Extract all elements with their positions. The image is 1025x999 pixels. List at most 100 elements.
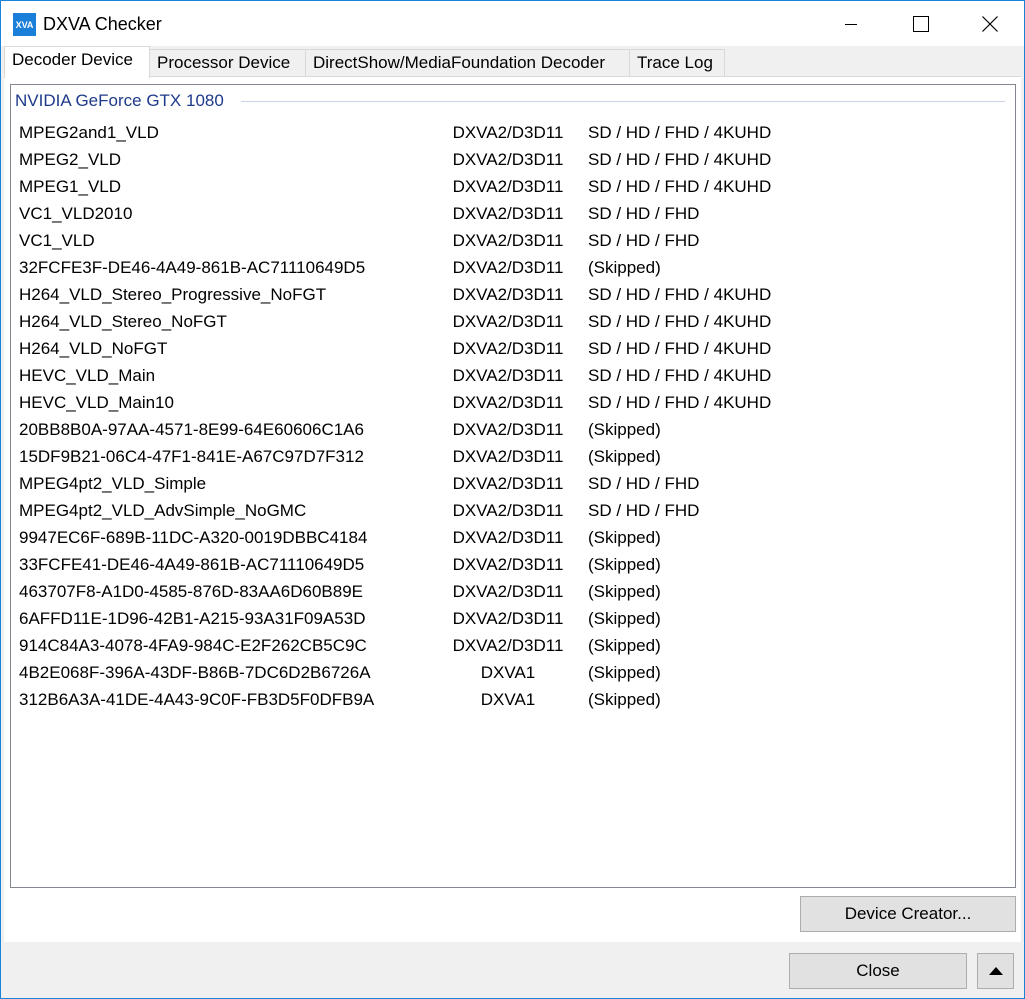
decoder-api: DXVA2/D3D11	[452, 204, 564, 223]
list-item[interactable]: 33FCFE41-DE46-4A49-861B-AC71110649D5 DXV…	[11, 551, 1015, 578]
decoder-resolutions: SD / HD / FHD / 4KUHD	[588, 177, 772, 196]
tab-directshow-mediafoundation-decoder[interactable]: DirectShow/MediaFoundation Decoder	[305, 49, 630, 77]
list-item[interactable]: HEVC_VLD_Main10 DXVA2/D3D11 SD / HD / FH…	[11, 389, 1015, 416]
list-item[interactable]: 32FCFE3F-DE46-4A49-861B-AC71110649D5 DXV…	[11, 254, 1015, 281]
decoder-name: VC1_VLD	[19, 231, 95, 250]
decoder-api: DXVA2/D3D11	[452, 339, 564, 358]
decoder-api: DXVA2/D3D11	[452, 420, 564, 439]
decoder-resolutions: (Skipped)	[588, 690, 661, 709]
decoder-name: 20BB8B0A-97AA-4571-8E99-64E60606C1A6	[19, 420, 364, 439]
decoder-name: HEVC_VLD_Main	[19, 366, 156, 385]
list-item[interactable]: MPEG2and1_VLD DXVA2/D3D11 SD / HD / FHD …	[11, 119, 1015, 146]
decoder-api: DXVA2/D3D11	[452, 474, 564, 493]
list-item[interactable]: VC1_VLD DXVA2/D3D11 SD / HD / FHD	[11, 227, 1015, 254]
decoder-resolutions: SD / HD / FHD / 4KUHD	[588, 366, 772, 385]
decoder-name: HEVC_VLD_Main10	[19, 393, 174, 412]
list-item[interactable]: MPEG2_VLD DXVA2/D3D11 SD / HD / FHD / 4K…	[11, 146, 1015, 173]
decoder-name: VC1_VLD2010	[19, 204, 133, 223]
decoder-api: DXVA2/D3D11	[452, 258, 564, 277]
list-item[interactable]: 4B2E068F-396A-43DF-B86B-7DC6D2B6726A DXV…	[11, 659, 1015, 686]
list-item[interactable]: H264_VLD_NoFGT DXVA2/D3D11 SD / HD / FHD…	[11, 335, 1015, 362]
decoder-api: DXVA2/D3D11	[452, 555, 564, 574]
decoder-api: DXVA2/D3D11	[452, 231, 564, 250]
decoder-api: DXVA2/D3D11	[452, 528, 564, 547]
decoder-resolutions: SD / HD / FHD	[588, 204, 700, 223]
decoder-name: 463707F8-A1D0-4585-876D-83AA6D60B89E	[19, 582, 364, 601]
list-item[interactable]: 9947EC6F-689B-11DC-A320-0019DBBC4184 DXV…	[11, 524, 1015, 551]
list-item[interactable]: HEVC_VLD_Main DXVA2/D3D11 SD / HD / FHD …	[11, 362, 1015, 389]
maximize-button[interactable]	[886, 1, 956, 46]
list-item[interactable]: MPEG4pt2_VLD_Simple DXVA2/D3D11 SD / HD …	[11, 470, 1015, 497]
decoder-api: DXVA1	[480, 663, 536, 682]
list-item[interactable]: 6AFFD11E-1D96-42B1-A215-93A31F09A53D DXV…	[11, 605, 1015, 632]
decoder-resolutions: SD / HD / FHD	[588, 474, 700, 493]
decoder-name: H264_VLD_Stereo_NoFGT	[19, 312, 227, 331]
app-icon: XVA	[13, 13, 36, 36]
expand-button[interactable]	[977, 953, 1014, 989]
decoder-resolutions: SD / HD / FHD / 4KUHD	[588, 285, 772, 304]
decoder-resolutions: SD / HD / FHD	[588, 231, 700, 250]
decoder-api: DXVA2/D3D11	[452, 501, 564, 520]
decoder-name: MPEG2_VLD	[19, 150, 122, 169]
decoder-rows: MPEG2and1_VLD DXVA2/D3D11 SD / HD / FHD …	[11, 119, 1015, 713]
list-item[interactable]: 463707F8-A1D0-4585-876D-83AA6D60B89E DXV…	[11, 578, 1015, 605]
decoder-name: H264_VLD_NoFGT	[19, 339, 168, 358]
window-title: DXVA Checker	[43, 14, 162, 34]
list-item[interactable]: MPEG1_VLD DXVA2/D3D11 SD / HD / FHD / 4K…	[11, 173, 1015, 200]
main-window: XVA DXVA Checker Decoder Device Processo…	[0, 0, 1025, 999]
decoder-resolutions: SD / HD / FHD / 4KUHD	[588, 123, 772, 142]
decoder-name: 312B6A3A-41DE-4A43-9C0F-FB3D5F0DFB9A	[19, 690, 375, 709]
decoder-resolutions: (Skipped)	[588, 420, 661, 439]
maximize-icon	[913, 15, 929, 32]
decoder-name: MPEG1_VLD	[19, 177, 122, 196]
decoder-resolutions: SD / HD / FHD / 4KUHD	[588, 339, 772, 358]
tab-strip: Decoder Device Processor Device DirectSh…	[1, 46, 1024, 78]
tab-processor-device[interactable]: Processor Device	[149, 49, 306, 77]
decoder-resolutions: (Skipped)	[588, 663, 661, 682]
decoder-name: H264_VLD_Stereo_Progressive_NoFGT	[19, 285, 327, 304]
decoder-name: 33FCFE41-DE46-4A49-861B-AC71110649D5	[19, 555, 365, 574]
decoder-name: 6AFFD11E-1D96-42B1-A215-93A31F09A53D	[19, 609, 366, 628]
decoder-resolutions: (Skipped)	[588, 636, 661, 655]
decoder-resolutions: (Skipped)	[588, 609, 661, 628]
decoder-name: MPEG2and1_VLD	[19, 123, 159, 142]
close-icon	[982, 15, 998, 32]
list-item[interactable]: 20BB8B0A-97AA-4571-8E99-64E60606C1A6 DXV…	[11, 416, 1015, 443]
decoder-name: 9947EC6F-689B-11DC-A320-0019DBBC4184	[19, 528, 368, 547]
group-divider	[241, 101, 1005, 102]
decoder-api: DXVA2/D3D11	[452, 582, 564, 601]
list-item[interactable]: H264_VLD_Stereo_Progressive_NoFGT DXVA2/…	[11, 281, 1015, 308]
group-header: NVIDIA GeForce GTX 1080	[15, 91, 230, 111]
decoder-name: 15DF9B21-06C4-47F1-841E-A67C97D7F312	[19, 447, 364, 466]
tab-decoder-device[interactable]: Decoder Device	[4, 46, 150, 78]
decoder-name: 32FCFE3F-DE46-4A49-861B-AC71110649D5	[19, 258, 366, 277]
decoder-api: DXVA2/D3D11	[452, 447, 564, 466]
close-window-button[interactable]	[955, 1, 1025, 46]
decoder-resolutions: SD / HD / FHD	[588, 501, 700, 520]
list-item[interactable]: 312B6A3A-41DE-4A43-9C0F-FB3D5F0DFB9A DXV…	[11, 686, 1015, 713]
decoder-api: DXVA2/D3D11	[452, 123, 564, 142]
decoder-api: DXVA2/D3D11	[452, 609, 564, 628]
title-bar[interactable]: XVA DXVA Checker	[1, 1, 1024, 46]
tab-trace-log[interactable]: Trace Log	[629, 49, 725, 77]
list-item[interactable]: H264_VLD_Stereo_NoFGT DXVA2/D3D11 SD / H…	[11, 308, 1015, 335]
decoder-api: DXVA2/D3D11	[452, 366, 564, 385]
device-creator-button[interactable]: Device Creator...	[800, 896, 1016, 932]
decoder-api: DXVA2/D3D11	[452, 150, 564, 169]
decoder-resolutions: SD / HD / FHD / 4KUHD	[588, 393, 772, 412]
decoder-resolutions: (Skipped)	[588, 555, 661, 574]
list-item[interactable]: 15DF9B21-06C4-47F1-841E-A67C97D7F312 DXV…	[11, 443, 1015, 470]
list-item[interactable]: VC1_VLD2010 DXVA2/D3D11 SD / HD / FHD	[11, 200, 1015, 227]
decoder-api: DXVA2/D3D11	[452, 177, 564, 196]
decoder-list[interactable]: NVIDIA GeForce GTX 1080 MPEG2and1_VLD DX…	[10, 84, 1016, 888]
decoder-api: DXVA2/D3D11	[452, 312, 564, 331]
minimize-button[interactable]	[816, 1, 886, 46]
decoder-name: MPEG4pt2_VLD_AdvSimple_NoGMC	[19, 501, 307, 520]
decoder-api: DXVA2/D3D11	[452, 285, 564, 304]
decoder-resolutions: (Skipped)	[588, 582, 661, 601]
close-button[interactable]: Close	[789, 953, 967, 989]
list-item[interactable]: MPEG4pt2_VLD_AdvSimple_NoGMC DXVA2/D3D11…	[11, 497, 1015, 524]
list-item[interactable]: 914C84A3-4078-4FA9-984C-E2F262CB5C9C DXV…	[11, 632, 1015, 659]
decoder-resolutions: (Skipped)	[588, 258, 661, 277]
minimize-icon	[845, 23, 857, 25]
